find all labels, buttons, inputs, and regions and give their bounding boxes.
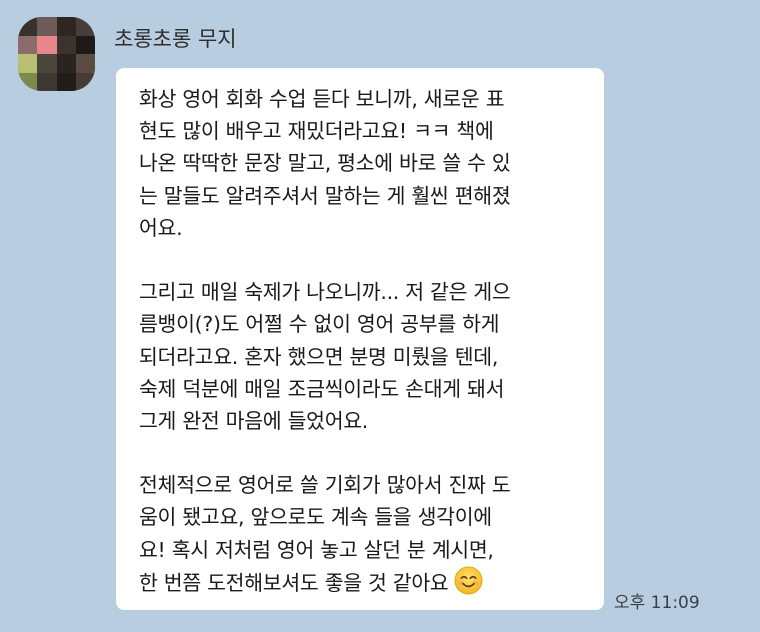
message-text: 화상 영어 회화 수업 듣다 보니까, 새로운 표 현도 많이 배우고 재밌더라…: [139, 83, 594, 598]
avatar-pixel: [37, 54, 57, 73]
avatar-pixel: [37, 17, 57, 36]
sender-avatar[interactable]: [18, 17, 95, 91]
message-line: 요! 혹시 저처럼 영어 놓고 살던 분 계시면,: [139, 537, 494, 562]
message-line: 그리고 매일 숙제가 나오니까... 저 같은 게으: [139, 280, 511, 305]
message-line: 숙제 덕분에 매일 조금씩이라도 손대게 돼서: [139, 376, 505, 401]
message-line: 되더라고요. 혼자 했으면 분명 미뤘을 텐데,: [139, 344, 499, 369]
message-line: 름뱅이(?)도 어쩔 수 없이 영어 공부를 하게: [139, 312, 500, 337]
message-timestamp: 오후 11:09: [614, 593, 700, 613]
message-last-line: 한 번쯤 도전해보셔도 좋을 것 같아요: [139, 566, 594, 598]
message-line: 어요.: [139, 215, 183, 240]
avatar-pixel: [18, 17, 38, 36]
avatar-pixel: [75, 17, 95, 36]
avatar-pixel: [75, 54, 95, 73]
message-bubble[interactable]: 화상 영어 회화 수업 듣다 보니까, 새로운 표 현도 많이 배우고 재밌더라…: [116, 68, 604, 610]
message-line: 전체적으로 영어로 쓸 기회가 많아서 진짜 도: [139, 473, 511, 498]
avatar-pixel: [18, 54, 38, 73]
avatar-pixel: [56, 35, 76, 54]
avatar-pixel: [75, 35, 95, 54]
message-line: 는 말들도 알려주셔서 말하는 게 훨씬 편해졌: [139, 183, 511, 208]
avatar-pixel: [75, 72, 95, 91]
message-line: 움이 됐고요, 앞으로도 계속 들을 생각이에: [139, 505, 492, 530]
message-line: 화상 영어 회화 수업 듣다 보니까, 새로운 표: [139, 87, 505, 111]
sender-name: 초롱초롱 무지: [114, 27, 237, 51]
smiling-face-emoji: [455, 566, 483, 595]
avatar-pixel: [18, 72, 38, 91]
avatar-pixel: [18, 35, 38, 54]
message-line: 한 번쯤 도전해보셔도 좋을 것 같아요: [139, 570, 449, 595]
message-line: 현도 많이 배우고 재밌더라고요! ㅋㅋ 책에: [139, 119, 494, 144]
message-line: 그게 완전 마음에 들었어요.: [139, 408, 369, 433]
avatar-pixel: [37, 35, 57, 54]
avatar-pixel: [37, 72, 57, 91]
avatar-pixel: [56, 17, 76, 36]
avatar-pixel: [56, 54, 76, 73]
message-line: 나온 딱딱한 문장 말고, 평소에 바로 쓸 수 있: [139, 151, 511, 176]
avatar-pixel: [56, 72, 76, 91]
